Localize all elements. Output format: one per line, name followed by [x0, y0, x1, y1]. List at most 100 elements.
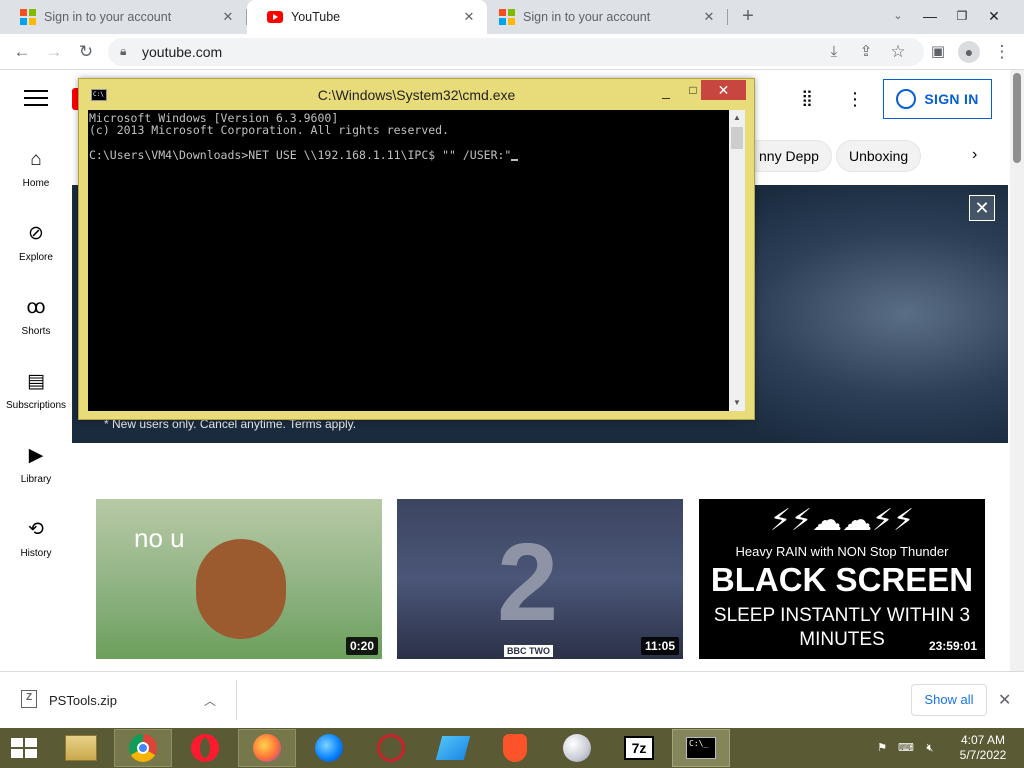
scroll-up-icon[interactable]: ▲: [729, 110, 745, 126]
tab-sign-in-1[interactable]: Sign in to your account ✕: [0, 0, 246, 34]
7zip-icon[interactable]: 7z: [610, 729, 668, 767]
account-icon: [896, 89, 917, 109]
cmd-icon[interactable]: C:\_: [672, 729, 730, 767]
show-all-button[interactable]: Show all: [911, 684, 987, 716]
zip-file-icon: Z: [21, 690, 37, 708]
nav-label: Library: [20, 474, 52, 485]
nav-explore[interactable]: ⊘ Explore: [0, 222, 72, 263]
tab-sign-in-2[interactable]: Sign in to your account ✕: [487, 0, 727, 34]
video-thumbnail[interactable]: ⚡⚡☁☁⚡⚡ Heavy RAIN with NON Stop Thunder …: [699, 499, 985, 659]
sign-in-button[interactable]: SIGN IN: [883, 79, 992, 119]
firefox-icon[interactable]: [238, 729, 296, 767]
nav-subscriptions[interactable]: ▤ Subscriptions: [0, 370, 72, 411]
url-text: youtube.com: [142, 44, 223, 60]
opera-icon[interactable]: [176, 729, 234, 767]
page-scrollbar[interactable]: [1010, 70, 1024, 671]
video-duration: 23:59:01: [924, 637, 981, 655]
apps-grid-icon[interactable]: ⣿: [797, 89, 817, 109]
volume-muted-icon[interactable]: 🔇︎: [922, 740, 938, 756]
google-icon: [20, 9, 36, 25]
thumbnail-caption: Heavy RAIN with NON Stop Thunder: [735, 544, 949, 559]
nav-label: Home: [22, 178, 50, 189]
taskbar: 7z C:\_ ⚑ ⌨ 🔇︎ 4:07 AM 5/7/2022: [0, 728, 1024, 768]
close-window-icon[interactable]: ✕: [978, 0, 1010, 34]
restore-icon[interactable]: ❐: [946, 0, 978, 34]
minimize-icon[interactable]: —: [914, 0, 946, 34]
settings-dots-icon[interactable]: ⋮: [845, 89, 865, 109]
tab-close-icon[interactable]: ✕: [701, 9, 717, 25]
history-icon: ⟲: [28, 519, 44, 540]
chrome-icon[interactable]: [114, 729, 172, 767]
cmd-scrollbar[interactable]: ▲ ▼: [729, 110, 745, 411]
thumbnail-caption: BLACK SCREEN: [710, 561, 974, 598]
nav-label: History: [20, 548, 52, 559]
scroll-thumb[interactable]: [731, 127, 743, 149]
app-icon[interactable]: [424, 729, 482, 767]
sphere-icon[interactable]: [548, 729, 606, 767]
reload-icon[interactable]: ↻: [74, 40, 98, 64]
cmd-console[interactable]: Microsoft Windows [Version 6.3.9600] (c) …: [88, 110, 729, 411]
file-explorer-icon[interactable]: [52, 729, 110, 767]
menu-dots-icon[interactable]: ⋮: [990, 40, 1014, 64]
cmd-close-icon[interactable]: ✕: [701, 80, 746, 100]
nav-shorts[interactable]: ꝏ Shorts: [0, 296, 72, 337]
console-line: (c) 2013 Microsoft Corporation. All righ…: [89, 123, 450, 138]
nav-history[interactable]: ⟲ History: [0, 518, 72, 559]
video-thumbnail[interactable]: 2 BBC TWO 11:05: [397, 499, 683, 659]
video-duration: 11:05: [640, 637, 679, 655]
chevron-up-icon[interactable]: ︿: [204, 692, 216, 709]
storm-cloud-icons: ⚡⚡☁☁⚡⚡: [769, 504, 915, 537]
address-bar[interactable]: 🔒︎ youtube.com: [108, 38, 924, 66]
divider: [236, 680, 237, 720]
share-icon[interactable]: ⇪: [854, 40, 878, 64]
flag-icon[interactable]: ⚑: [874, 740, 890, 756]
chip-unboxing[interactable]: Unboxing: [836, 140, 922, 172]
profile-icon[interactable]: ●: [957, 40, 981, 64]
install-app-icon[interactable]: ⤓: [822, 40, 846, 64]
tab-youtube[interactable]: YouTube ✕: [247, 0, 487, 34]
cmd-minimize-icon[interactable]: _: [653, 83, 679, 103]
firefox-dev-icon[interactable]: [300, 729, 358, 767]
bookmark-star-icon[interactable]: ☆: [886, 40, 910, 64]
nav-label: Explore: [19, 252, 53, 263]
download-bar: Z PSTools.zip ︿ Show all ✕: [0, 671, 1024, 728]
banner-close-icon[interactable]: ✕: [969, 195, 995, 221]
network-icon[interactable]: ⌨: [898, 740, 914, 756]
close-download-bar-icon[interactable]: ✕: [998, 690, 1011, 710]
tab-close-icon[interactable]: ✕: [220, 9, 236, 25]
console-prompt-line: C:\Users\VM4\Downloads>NET USE \\192.168…: [89, 149, 729, 161]
windows-start-icon[interactable]: [11, 738, 39, 760]
cmd-window[interactable]: C:\ C:\Windows\System32\cmd.exe _ □ ✕ Mi…: [78, 78, 755, 420]
side-panel-icon[interactable]: ▣: [926, 40, 950, 64]
text-cursor: [511, 158, 519, 161]
thumbnail-caption: SLEEP INSTANTLY WITHIN 3: [713, 605, 971, 626]
back-icon[interactable]: ←: [10, 40, 34, 64]
download-filename[interactable]: PSTools.zip: [49, 693, 117, 708]
tab-close-icon[interactable]: ✕: [461, 9, 477, 25]
character-figure: [196, 539, 286, 639]
nav-home[interactable]: ⌂ Home: [0, 148, 72, 189]
new-tab-button[interactable]: +: [732, 0, 764, 34]
tab-title: YouTube: [291, 10, 341, 24]
tab-search-icon[interactable]: ⌄: [882, 0, 914, 34]
compass-icon: ⊘: [28, 223, 44, 244]
thumbnail-numeral: 2: [497, 521, 559, 644]
lock-icon: 🔒︎: [120, 44, 127, 58]
google-icon: [499, 9, 515, 25]
scroll-down-icon[interactable]: ▼: [729, 395, 745, 411]
shorts-icon: ꝏ: [26, 297, 46, 318]
hamburger-menu-icon[interactable]: [24, 90, 48, 108]
cmd-titlebar[interactable]: C:\ C:\Windows\System32\cmd.exe _ □ ✕: [79, 79, 754, 109]
chevron-right-icon[interactable]: ›: [972, 146, 977, 164]
video-thumbnail[interactable]: no u 0:20: [96, 499, 382, 659]
brave-icon[interactable]: [486, 729, 544, 767]
clock[interactable]: 4:07 AM 5/7/2022: [948, 733, 1018, 763]
thumbnail-caption: BBC TWO: [504, 645, 553, 657]
chip-johnny-depp[interactable]: nny Depp: [755, 140, 832, 172]
nav-label: Shorts: [21, 326, 51, 337]
tab-title: Sign in to your account: [44, 10, 172, 24]
nav-library[interactable]: ▶ Library: [0, 444, 72, 485]
opera-gx-icon[interactable]: [362, 729, 420, 767]
forward-icon[interactable]: →: [42, 40, 66, 64]
video-duration: 0:20: [345, 637, 378, 655]
